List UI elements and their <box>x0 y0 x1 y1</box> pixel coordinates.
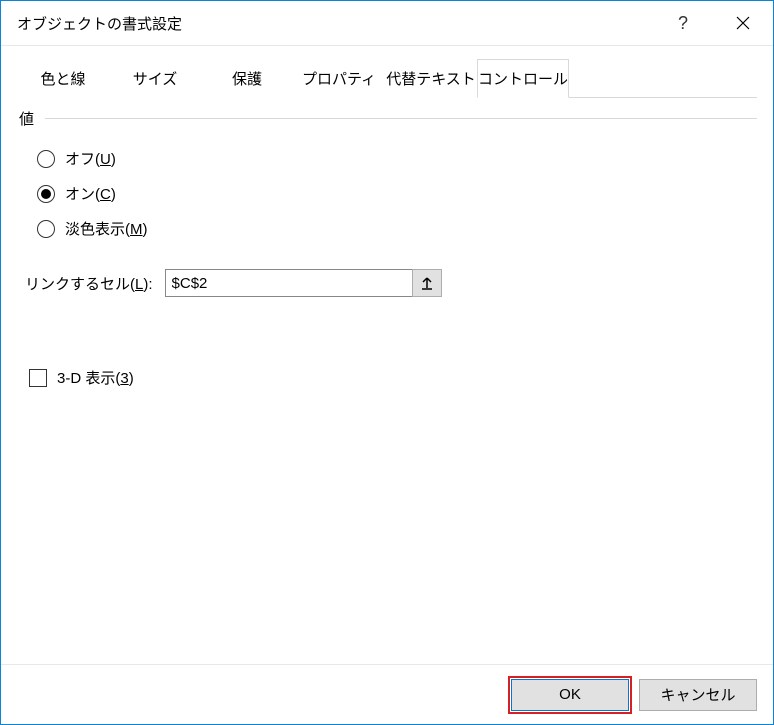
radio-icon <box>37 220 55 238</box>
link-cell-label: リンクするセル(L): <box>25 273 153 294</box>
group-divider <box>45 118 757 119</box>
tab-properties[interactable]: プロパティ <box>293 59 385 98</box>
cancel-button[interactable]: キャンセル <box>639 679 757 711</box>
radio-icon <box>37 185 55 203</box>
value-group-label: 値 <box>19 108 38 129</box>
checkbox-3d-label: 3-D 表示(3) <box>57 367 134 388</box>
close-icon <box>736 16 750 30</box>
tab-colors-lines[interactable]: 色と線 <box>17 59 109 98</box>
value-group: 値 オフ(U) オン(C) 淡色表示(M) リンクするセル(L): <box>17 120 757 402</box>
window-title: オブジェクトの書式設定 <box>17 13 653 34</box>
tab-strip: 色と線 サイズ 保護 プロパティ 代替テキスト コントロール <box>17 58 757 98</box>
radio-grayed[interactable]: 淡色表示(M) <box>37 218 749 239</box>
radio-off-label: オフ(U) <box>65 148 116 169</box>
checkbox-3d[interactable]: 3-D 表示(3) <box>29 367 749 388</box>
radio-off[interactable]: オフ(U) <box>37 148 749 169</box>
link-cell-input[interactable] <box>165 269 413 297</box>
collapse-dialog-button[interactable] <box>412 269 442 297</box>
tab-alt-text[interactable]: 代替テキスト <box>385 59 477 98</box>
dialog-content: 色と線 サイズ 保護 プロパティ 代替テキスト コントロール 値 オフ(U) オ… <box>1 46 773 664</box>
help-button[interactable]: ? <box>653 1 713 46</box>
close-button[interactable] <box>713 1 773 46</box>
collapse-icon <box>421 276 433 290</box>
tab-protection[interactable]: 保護 <box>201 59 293 98</box>
radio-on-label: オン(C) <box>65 183 116 204</box>
radio-grayed-label: 淡色表示(M) <box>65 218 148 239</box>
link-cell-input-wrap <box>165 269 442 297</box>
ok-button[interactable]: OK <box>511 679 629 711</box>
radio-icon <box>37 150 55 168</box>
dialog-buttons: OK キャンセル <box>1 664 773 724</box>
titlebar: オブジェクトの書式設定 ? <box>1 1 773 46</box>
tab-control[interactable]: コントロール <box>477 59 569 98</box>
radio-on[interactable]: オン(C) <box>37 183 749 204</box>
link-cell-row: リンクするセル(L): <box>25 269 749 297</box>
checkbox-icon <box>29 369 47 387</box>
tab-size[interactable]: サイズ <box>109 59 201 98</box>
